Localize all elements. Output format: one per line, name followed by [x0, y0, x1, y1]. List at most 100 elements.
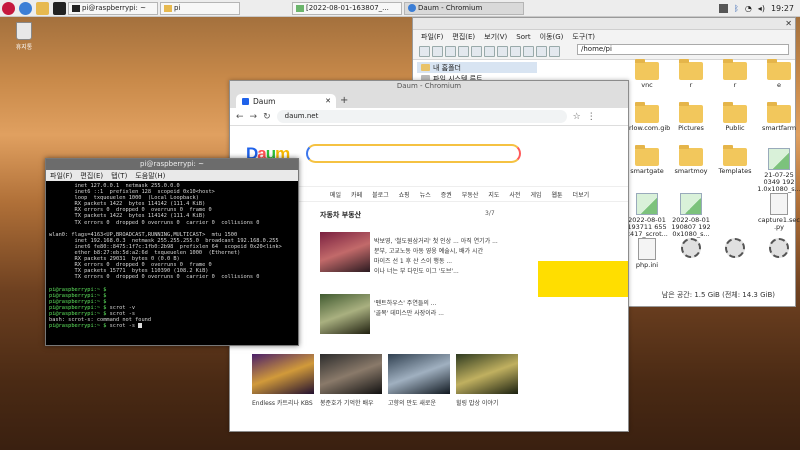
forward-icon[interactable]: →: [250, 112, 258, 122]
home-icon[interactable]: [445, 46, 456, 57]
nav-map[interactable]: 지도: [488, 190, 499, 199]
nav-shopping[interactable]: 쇼핑: [399, 190, 410, 199]
vnc-icon[interactable]: [719, 3, 728, 13]
taskbar-task-file-manager[interactable]: pi: [160, 1, 240, 15]
back-icon[interactable]: ←: [236, 112, 244, 122]
video-caption[interactable]: 힐링 밥상 이야기: [456, 398, 518, 407]
clock[interactable]: 19:27: [771, 4, 794, 13]
browser-launch-icon[interactable]: [19, 1, 32, 15]
nav-realestate[interactable]: 부동산: [462, 190, 479, 199]
address-bar[interactable]: daum.net: [276, 110, 567, 123]
news-headline[interactable]: '펜트하우스' 주연들의 ...: [374, 298, 524, 307]
news-headline[interactable]: 분부, 고교노동 아동 영웅 예술시, 배가 시간: [374, 246, 524, 255]
nav-more[interactable]: 더보기: [573, 190, 590, 199]
new-tab-icon[interactable]: [432, 46, 443, 57]
file-item[interactable]: [757, 238, 800, 260]
up-icon[interactable]: [549, 46, 560, 57]
path-field[interactable]: /home/pi: [577, 44, 789, 55]
close-tab-icon[interactable]: ✕: [325, 97, 331, 105]
file-item[interactable]: smartfarm: [757, 102, 800, 132]
fm-menu-sort[interactable]: Sort: [516, 33, 530, 41]
nav-dictionary[interactable]: 사전: [509, 190, 520, 199]
video-caption[interactable]: Endless 카트리나 KBS: [252, 398, 314, 407]
volume-icon[interactable]: ◂): [758, 4, 765, 13]
term-menu-help[interactable]: 도움말(H): [135, 171, 165, 181]
nav-stock[interactable]: 증권: [441, 190, 452, 199]
video-caption[interactable]: 봉준호가 기억한 배우: [320, 398, 382, 407]
file-item[interactable]: erlow.com.gib: [625, 102, 670, 132]
desktop-trash[interactable]: 휴지통: [8, 22, 40, 51]
desktop-icon[interactable]: [458, 46, 469, 57]
ad-banner[interactable]: [538, 261, 628, 297]
file-item[interactable]: 21-07-25 0349 192 1.0x1080_s...: [757, 148, 800, 193]
term-menu-edit[interactable]: 편집(E): [80, 171, 103, 181]
chromium-titlebar[interactable]: Daum - Chromium: [230, 81, 628, 92]
file-manager-titlebar[interactable]: ✕: [413, 18, 795, 30]
file-item[interactable]: r: [713, 59, 757, 89]
terminal-launch-icon[interactable]: [53, 1, 66, 15]
video-thumbnail[interactable]: [388, 354, 450, 394]
taskbar-task-terminal[interactable]: pi@raspberrypi: ~: [68, 1, 158, 15]
fm-menu-tools[interactable]: 도구(T): [572, 32, 595, 42]
terminal-active-line[interactable]: pi@raspberrypi:~ $ scrot -s: [49, 323, 295, 329]
news-pager[interactable]: 3/7: [485, 210, 495, 217]
new-window-icon[interactable]: [419, 46, 430, 57]
daum-search-input[interactable]: [306, 144, 521, 163]
video-thumbnail[interactable]: [252, 354, 314, 394]
back-icon[interactable]: [510, 46, 521, 57]
bluetooth-icon[interactable]: ᛒ: [734, 4, 739, 13]
nav-blog[interactable]: 블로그: [372, 190, 389, 199]
forward-icon[interactable]: [523, 46, 534, 57]
file-item[interactable]: [713, 238, 757, 260]
news-thumbnail[interactable]: [320, 294, 370, 334]
menu-icon[interactable]: ⋮: [587, 112, 596, 122]
nav-news[interactable]: 뉴스: [420, 190, 431, 199]
raspberry-menu-icon[interactable]: [2, 1, 15, 15]
file-item[interactable]: r: [669, 59, 713, 89]
reload-icon[interactable]: ↻: [263, 112, 271, 122]
file-item[interactable]: smartmoy: [669, 145, 713, 175]
video-thumbnail[interactable]: [456, 354, 518, 394]
terminal-output[interactable]: inet 127.0.0.1 netmask 255.0.0.0 inet6 :…: [46, 181, 298, 331]
history-icon[interactable]: [536, 46, 547, 57]
news-headline[interactable]: '골목' 데미스만 사장이라 ...: [374, 308, 524, 317]
nav-game[interactable]: 게임: [530, 190, 541, 199]
news-headline[interactable]: 박보영, '철도원삼거리' 첫 인상 ... 아직 연기가 ...: [374, 236, 524, 245]
file-item[interactable]: e: [757, 59, 800, 89]
fm-menu-file[interactable]: 파일(F): [421, 32, 443, 42]
new-tab-button[interactable]: +: [340, 95, 348, 106]
close-icon[interactable]: ✕: [785, 19, 792, 28]
term-menu-file[interactable]: 파일(F): [50, 171, 72, 181]
nav-mail[interactable]: 메일: [330, 190, 341, 199]
icon-view-icon[interactable]: [484, 46, 495, 57]
news-headline[interactable]: 마이즈 선 1 후 산 스이 행동 ...: [374, 256, 524, 265]
file-item[interactable]: 2022-08-01 190807 192 0x1080_s...: [669, 193, 713, 238]
list-view-icon[interactable]: [497, 46, 508, 57]
file-item[interactable]: smartgate: [625, 145, 669, 175]
terminal-titlebar[interactable]: pi@raspberrypi: ~: [46, 159, 298, 170]
file-manager-launch-icon[interactable]: [36, 1, 49, 15]
file-item[interactable]: vnc: [625, 59, 669, 89]
file-item[interactable]: [669, 238, 713, 260]
nav-cafe[interactable]: 카페: [351, 190, 362, 199]
file-item[interactable]: Templates: [713, 145, 757, 175]
news-headline[interactable]: 이나 너는 부 다인도 이그 '도브'...: [374, 266, 524, 275]
sidebar-item-home[interactable]: 내 홈폴더: [417, 62, 537, 73]
news-thumbnail[interactable]: [320, 232, 370, 272]
tab-daum[interactable]: Daum ✕: [236, 94, 336, 108]
nav-webtoon[interactable]: 웹툰: [552, 190, 563, 199]
video-caption[interactable]: 고향의 만도 새로운: [388, 398, 450, 407]
trash-folder-icon[interactable]: [471, 46, 482, 57]
fm-menu-view[interactable]: 보기(V): [484, 32, 507, 42]
news-section-title[interactable]: 자동차 부동산: [320, 210, 361, 220]
file-item[interactable]: capture1.sec .py: [757, 193, 800, 231]
wifi-icon[interactable]: ◔: [745, 4, 752, 13]
file-item[interactable]: php.ini: [625, 238, 669, 269]
bookmark-star-icon[interactable]: ☆: [573, 112, 581, 122]
taskbar-task-chromium[interactable]: Daum - Chromium: [404, 1, 524, 15]
fm-menu-go[interactable]: 이동(G): [540, 32, 564, 42]
file-item[interactable]: Pictures: [669, 102, 713, 132]
taskbar-task-image-viewer[interactable]: [2022-08-01-163807_...: [292, 1, 402, 15]
term-menu-tab[interactable]: 탭(T): [111, 171, 127, 181]
file-item[interactable]: Public: [713, 102, 757, 132]
